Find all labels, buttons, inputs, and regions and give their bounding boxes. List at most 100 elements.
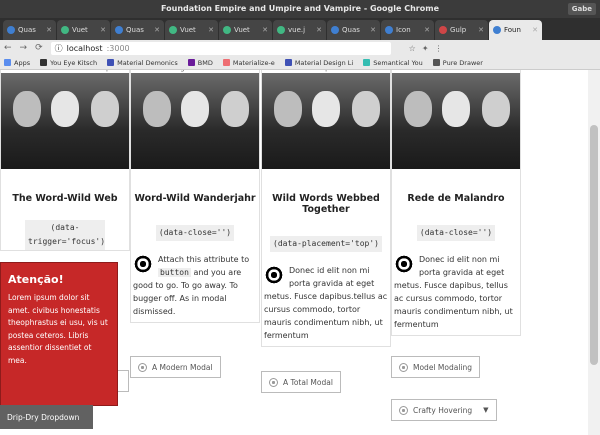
card-code: (data-close='')	[155, 225, 235, 241]
target-icon	[399, 405, 408, 415]
tab-8[interactable]: Gulp ✕	[435, 20, 488, 40]
window-titlebar: Foundation Empire and Umpire and Vampire…	[0, 0, 600, 18]
modern-modal-button[interactable]: A Modern Modal	[130, 356, 221, 378]
menu-icon[interactable]: ⋮	[435, 44, 443, 53]
favicon-icon	[493, 26, 501, 34]
bookmark-icon	[432, 59, 440, 66]
star-icon[interactable]: ☆	[409, 44, 416, 53]
tab-9[interactable]: Foun ✕	[489, 20, 542, 40]
tab-3[interactable]: Vuet ✕	[165, 20, 218, 40]
target-icon	[133, 254, 153, 274]
bookmark-icon	[222, 59, 230, 66]
bookmarks-bar: Apps You Eye Kitsch Material Demonics BMD Ma…	[0, 56, 600, 70]
bookmark-label: Material Demonics	[117, 58, 178, 67]
favicon-icon	[277, 26, 285, 34]
bookmark-label: You Eye Kitsch	[50, 58, 98, 67]
close-icon[interactable]: ✕	[370, 26, 376, 34]
tab-4[interactable]: Vuet ✕	[219, 20, 272, 40]
close-icon[interactable]: ✕	[424, 26, 430, 34]
favicon-icon	[331, 26, 339, 34]
bookmark-item[interactable]: BMD	[187, 58, 213, 67]
scrollbar[interactable]	[588, 70, 600, 435]
tab-label: vue.j	[288, 26, 306, 34]
tab-label: Foun	[504, 26, 521, 34]
reload-icon[interactable]: ⟳	[35, 43, 43, 53]
target-icon	[138, 362, 147, 372]
bookmark-label: Materialize-e	[232, 58, 275, 67]
modaling-button[interactable]: Model Modaling	[391, 356, 481, 378]
scrollbar-thumb[interactable]	[590, 125, 598, 365]
tab-6[interactable]: Quas ✕	[327, 20, 380, 40]
favicon-icon	[385, 26, 393, 34]
tab-0[interactable]: Quas ✕	[3, 20, 56, 40]
crafty-hovering-dropdown[interactable]: Crafty Hovering ▼	[391, 399, 497, 421]
button-label: Model Modaling	[413, 362, 473, 372]
close-icon[interactable]: ✕	[262, 26, 268, 34]
favicon-icon	[439, 26, 447, 34]
bookmark-item[interactable]: Semantical You	[363, 59, 423, 67]
bookmark-item[interactable]: Apps	[4, 59, 30, 67]
bookmark-icon	[363, 59, 371, 66]
bookmark-label: Material Design Li	[294, 58, 354, 67]
tab-label: Quas	[342, 26, 360, 34]
bookmark-label: Semantical You	[373, 58, 423, 67]
tab-label: Quas	[126, 26, 144, 34]
tab-5[interactable]: vue.j ✕	[273, 20, 326, 40]
close-icon[interactable]: ✕	[316, 26, 322, 34]
close-icon[interactable]: ✕	[478, 26, 484, 34]
tab-7[interactable]: Icon ✕	[381, 20, 434, 40]
total-modal-button[interactable]: A Total Modal	[261, 371, 341, 393]
card-code: (data-trigger='focus')	[25, 220, 105, 250]
favicon-icon	[169, 26, 177, 34]
alert-body: Lorem ipsum dolor sit amet. civibus hone…	[8, 293, 108, 365]
tab-strip: Quas ✕ Vuet ✕ Quas ✕ Vuet ✕ Vuet ✕ vue.j ✕ Quas ✕ Icon…	[0, 18, 600, 40]
card-image	[1, 73, 129, 169]
tab-label: Gulp	[450, 26, 467, 34]
bookmark-item[interactable]: Pure Drawer	[432, 59, 483, 67]
bookmark-icon	[284, 59, 292, 66]
bookmark-label: Apps	[14, 58, 31, 67]
card: RedolenceRede de Malandro(data-close='')…	[391, 70, 521, 336]
tab-1[interactable]: Vuet ✕	[57, 20, 110, 40]
bookmark-icon	[40, 59, 48, 66]
caret-down-icon: ▼	[483, 406, 489, 414]
back-icon[interactable]: ←	[4, 43, 12, 53]
close-icon[interactable]: ✕	[532, 26, 538, 34]
card-description: Donec id elit non mi porta gravida at eg…	[392, 249, 520, 335]
card: Single ReleaseWord-Wild Wanderjahr(data-…	[130, 70, 260, 323]
url-host: localhost	[66, 43, 103, 53]
url-input[interactable]: ⓘ localhost:3000	[50, 41, 391, 55]
button-label: A Modern Modal	[152, 362, 213, 372]
tab-2[interactable]: Quas ✕	[111, 20, 164, 40]
card-title: The Word-Wild Web	[12, 193, 118, 204]
forward-icon[interactable]: →	[20, 43, 28, 53]
dropdown-button[interactable]: Drip-Dry Dropdown	[0, 405, 93, 429]
alert-panel: Atenção! Lorem ipsum dolor sit amet. civ…	[0, 262, 118, 406]
button-label: Crafty Hovering	[413, 405, 473, 415]
target-icon	[269, 377, 278, 387]
bookmark-item[interactable]: Material Design Li	[284, 58, 354, 67]
extension-icons: ☆ ✦ ⋮	[409, 44, 443, 53]
bookmark-item[interactable]: Material Demonics	[107, 59, 178, 67]
close-icon[interactable]: ✕	[154, 26, 160, 34]
card-code: (data-close='')	[416, 225, 496, 241]
close-icon[interactable]: ✕	[100, 26, 106, 34]
target-icon	[394, 254, 414, 274]
card-code: (data-placement='top')	[270, 236, 382, 252]
address-bar-row: ← → ⟳ ⓘ localhost:3000 ☆ ✦ ⋮	[0, 40, 600, 56]
card: SteampunkerWild Words Webbed Together(da…	[261, 70, 391, 347]
bookmark-item[interactable]: You Eye Kitsch	[40, 59, 97, 67]
profile-button[interactable]: Gabe	[567, 3, 596, 15]
bookmark-item[interactable]: Materialize-e	[222, 58, 275, 67]
target-icon	[399, 362, 408, 372]
close-icon[interactable]: ✕	[46, 26, 52, 34]
close-icon[interactable]: ✕	[208, 26, 214, 34]
info-icon: ⓘ	[54, 43, 63, 53]
page-viewport: RedolenceRede de Malandro(data-close='')…	[0, 70, 588, 435]
tab-label: Quas	[18, 26, 36, 34]
card: Foundation and BootstrapThe Word-Wild We…	[0, 70, 130, 251]
extension-icon[interactable]: ✦	[422, 44, 429, 53]
card-description: Donec id elit non mi porta gravida at eg…	[262, 260, 390, 346]
bookmark-label: BMD	[197, 58, 213, 67]
url-port: :3000	[106, 43, 130, 53]
